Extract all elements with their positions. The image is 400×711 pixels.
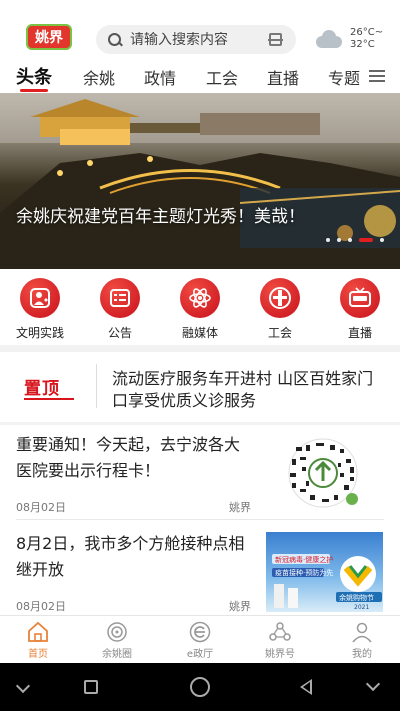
app-logo: 姚界 (26, 24, 72, 50)
news-title[interactable]: 重要通知！今天起，去宁波各大医院要出示行程卡！ (16, 432, 254, 484)
poster-text: 2021 (354, 604, 369, 611)
quick-link-union[interactable]: 工会 (245, 278, 315, 341)
news-item[interactable]: 8月2日，我市多个方舱接种点相继开放 08月02日 姚界 新冠病毒·健康之护 疫… (0, 520, 400, 615)
news-title[interactable]: 8月2日，我市多个方舱接种点相继开放 (16, 531, 254, 583)
tab-zhuanti[interactable]: 专题 (328, 65, 360, 89)
nav-profile[interactable]: 我的 (332, 621, 392, 660)
quick-link-label: 公告 (107, 326, 132, 340)
tab-zhengqing[interactable]: 政情 (144, 65, 176, 89)
vaccine-poster-thumbnail: 新冠病毒·健康之护 疫苗接种·预防为先 余姚购物节 2021 (266, 532, 383, 612)
nav-label: 姚界号 (265, 649, 295, 660)
news-source: 姚界 (229, 501, 251, 514)
nav-label: 我的 (352, 649, 372, 660)
poster-text: 新冠病毒·健康之护 (275, 555, 333, 564)
channel-tabs: 头条 余姚 政情 工会 直播 专题 (0, 62, 400, 92)
nav-label: e政厅 (186, 649, 214, 660)
live-tv-icon (340, 278, 380, 318)
quick-link-label: 文明实践 (15, 326, 64, 340)
system-nav-bar (0, 663, 400, 711)
quick-link-notice[interactable]: 公告 (85, 278, 155, 341)
carousel-dot[interactable] (337, 238, 341, 242)
logo-text: 姚界 (35, 30, 63, 46)
nav-yaojie-account[interactable]: 姚界号 (250, 621, 310, 660)
nav-label: 余姚圈 (102, 649, 132, 660)
quick-link-live[interactable]: 直播 (325, 278, 395, 341)
bottom-navigation: 首页 余姚圈 e政厅 姚界号 我的 (0, 615, 400, 663)
temp-high: 26°C~ (350, 27, 384, 38)
news-item[interactable]: 重要通知！今天起，去宁波各大医院要出示行程卡！ 08月02日 姚界 (0, 425, 400, 520)
banner-carousel[interactable]: 余姚庆祝建党百年主题灯光秀！美哉！ (0, 93, 400, 269)
app-header: 姚界 26°C~ 32°C (0, 0, 400, 60)
carousel-dot[interactable] (348, 238, 352, 242)
tab-toutiao[interactable]: 头条 (16, 63, 52, 89)
quick-link-media[interactable]: 融媒体 (165, 278, 235, 341)
scan-icon[interactable] (268, 33, 283, 46)
carousel-dot-active[interactable] (359, 238, 373, 242)
e-letter-icon (188, 621, 212, 643)
quick-link-label: 工会 (267, 326, 292, 340)
network-icon (268, 621, 292, 643)
temp-low: 32°C (350, 39, 375, 50)
cloud-icon (314, 28, 344, 48)
quick-link-label: 融媒体 (181, 326, 218, 340)
home-icon (26, 621, 50, 643)
tab-yuyao[interactable]: 余姚 (83, 65, 115, 89)
quick-link-civilization[interactable]: 文明实践 (5, 278, 75, 341)
quick-link-label: 直播 (347, 326, 372, 340)
chevron-down-icon[interactable] (15, 678, 31, 694)
union-emblem-icon (260, 278, 300, 318)
poster-text: 余姚购物节 (339, 593, 374, 602)
home-circle-icon[interactable] (190, 677, 210, 697)
nav-e-gov[interactable]: e政厅 (170, 621, 230, 660)
carousel-dot[interactable] (380, 238, 384, 242)
pinned-badge: 置顶 (24, 379, 60, 399)
pinned-title[interactable]: 流动医疗服务车开进村 山区百姓家门口享受优质义诊服务 (112, 368, 382, 412)
news-source: 姚界 (229, 600, 251, 613)
tab-gonghui[interactable]: 工会 (206, 65, 238, 89)
active-tab-indicator (20, 89, 48, 92)
notice-icon (100, 278, 140, 318)
news-date: 08月02日 (16, 600, 66, 613)
menu-icon[interactable] (369, 70, 385, 82)
search-bar[interactable] (96, 25, 296, 54)
atom-icon (180, 278, 220, 318)
banner-title[interactable]: 余姚庆祝建党百年主题灯光秀！美哉！ (16, 205, 306, 230)
search-icon (108, 32, 122, 47)
person-heart-icon (20, 278, 60, 318)
nav-home[interactable]: 首页 (8, 621, 68, 660)
carousel-dot[interactable] (326, 238, 330, 242)
news-date: 08月02日 (16, 501, 66, 514)
quick-links: 文明实践 公告 融媒体 工会 直播 (0, 270, 400, 346)
pinned-article[interactable]: 置顶 流动医疗服务车开进村 山区百姓家门口享受优质义诊服务 (0, 352, 400, 424)
tab-zhibo[interactable]: 直播 (267, 65, 299, 89)
recent-apps-icon[interactable] (84, 680, 98, 694)
nav-label: 首页 (28, 649, 48, 660)
weather-temps: 26°C~ 32°C (350, 27, 383, 51)
search-input[interactable] (130, 31, 260, 48)
section-divider (0, 345, 400, 352)
collapse-icon[interactable] (365, 676, 381, 692)
banner-image (0, 93, 400, 269)
poster-text: 疫苗接种·预防为先 (275, 568, 333, 577)
pinned-separator (96, 364, 97, 408)
pinned-underline (24, 398, 74, 400)
qr-code-thumbnail (266, 433, 383, 513)
user-icon (350, 621, 374, 643)
carousel-dots (326, 238, 384, 242)
back-triangle-icon[interactable] (300, 679, 312, 695)
nav-yuyao-circle[interactable]: 余姚圈 (87, 621, 147, 660)
swirl-icon (105, 621, 129, 643)
